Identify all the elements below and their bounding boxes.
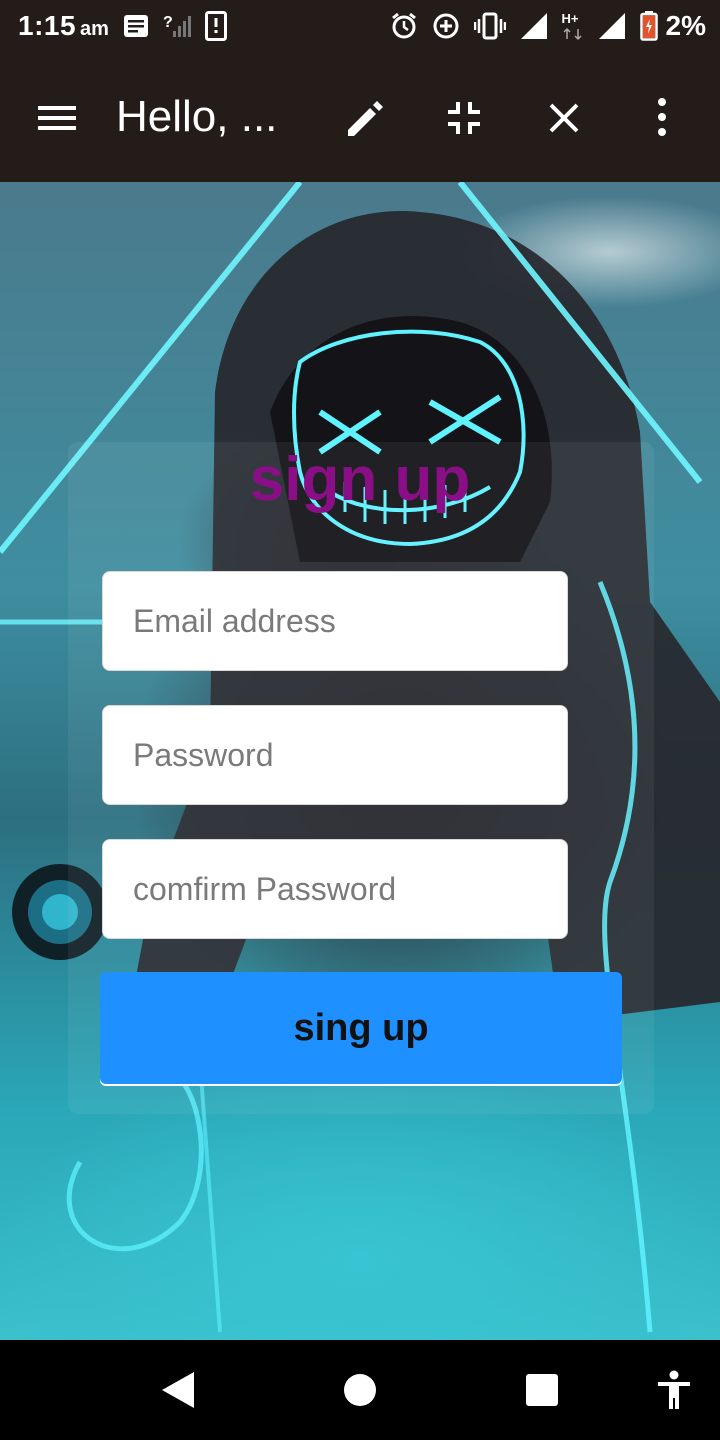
status-left: 1:15 am ? xyxy=(18,8,227,44)
app-bar: Hello, ... xyxy=(0,52,720,182)
back-icon[interactable] xyxy=(160,1370,196,1415)
home-icon[interactable] xyxy=(342,1370,378,1415)
status-time: 1:15 xyxy=(18,10,77,41)
password-field[interactable] xyxy=(102,705,568,805)
network-type-icon: H+ xyxy=(562,11,584,41)
app-title: Hello, ... xyxy=(116,92,278,141)
battery-icon xyxy=(639,11,658,41)
notification-icon xyxy=(123,14,149,38)
close-icon[interactable] xyxy=(540,94,588,142)
alarm-icon xyxy=(390,12,418,40)
more-vert-icon[interactable] xyxy=(640,94,688,142)
data-saver-icon xyxy=(432,12,460,40)
navigation-bar xyxy=(0,1340,720,1440)
recents-icon[interactable] xyxy=(524,1370,560,1415)
menu-icon[interactable] xyxy=(36,98,80,138)
svg-text:?: ? xyxy=(163,14,173,31)
signal-icon xyxy=(520,12,548,40)
signup-screen: sign up sing up xyxy=(0,182,720,1340)
edit-icon[interactable] xyxy=(342,94,390,142)
accessibility-icon[interactable] xyxy=(654,1370,694,1415)
collapse-icon[interactable] xyxy=(440,94,488,142)
confirm-password-field[interactable] xyxy=(102,839,568,939)
battery-percent: 2% xyxy=(665,10,706,41)
email-field[interactable] xyxy=(102,571,568,671)
signal-icon xyxy=(598,12,626,40)
status-time-group: 1:15 am xyxy=(18,10,109,42)
no-signal-sim-icon: ? xyxy=(163,13,191,39)
signup-button[interactable]: sing up xyxy=(100,972,622,1084)
phone-icon xyxy=(204,11,227,41)
page-title: sign up xyxy=(249,445,471,514)
vibrate-icon xyxy=(473,12,506,40)
status-right: H+ 2% xyxy=(390,8,706,44)
status-ampm: am xyxy=(80,18,109,40)
status-bar: 1:15 am ? H+ 2% xyxy=(0,0,720,52)
